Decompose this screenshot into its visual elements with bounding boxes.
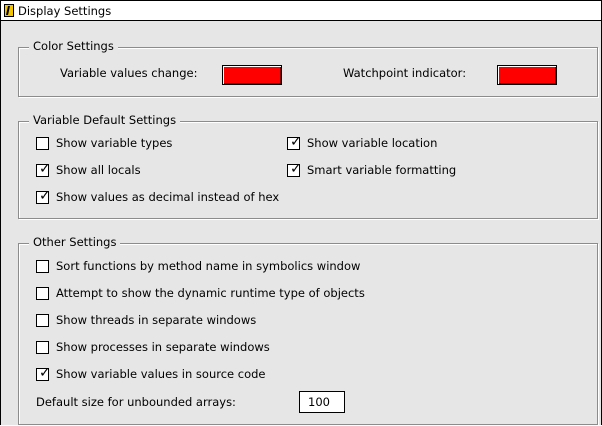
checkbox-box: ✓ [36, 188, 51, 204]
default-size-label: Default size for unbounded arrays: [36, 395, 236, 409]
display-settings-window: Display Settings Color Settings Variable… [0, 0, 602, 425]
watchpoint-indicator-label: Watchpoint indicator: [343, 66, 467, 80]
other-settings-label: Other Settings [29, 235, 121, 249]
variable-default-settings-group: Variable Default Settings Show variable … [18, 113, 598, 219]
watchpoint-indicator-swatch[interactable] [497, 65, 557, 85]
checkbox-box: ✓ [36, 161, 51, 177]
checkbox-label: Attempt to show the dynamic runtime type… [56, 286, 365, 300]
app-icon [4, 4, 14, 17]
checkbox-label: Show threads in separate windows [56, 313, 257, 327]
variable-values-change-swatch[interactable] [222, 65, 282, 85]
checkbox-label: Show values as decimal instead of hex [56, 190, 280, 204]
checkbox-box: ✓ [36, 365, 51, 381]
checkbox-label: Show variable types [56, 136, 173, 150]
title-bar[interactable]: Display Settings [1, 1, 601, 21]
checkmark-icon: ✓ [39, 365, 51, 381]
checkbox-label: Show variable values in source code [56, 367, 266, 381]
color-settings-group: Color Settings Variable values change: W… [18, 39, 598, 97]
checkbox-box [36, 260, 49, 273]
checkmark-icon: ✓ [39, 161, 51, 177]
checkbox-box: ✓ [287, 161, 302, 177]
default-size-field[interactable]: 100 [299, 391, 345, 413]
checkbox-box [36, 314, 49, 327]
checkbox-label: Show processes in separate windows [56, 340, 270, 354]
checkbox-label: Smart variable formatting [307, 163, 457, 177]
variable-default-settings-label: Variable Default Settings [29, 113, 181, 127]
checkbox-box [36, 341, 49, 354]
window-title: Display Settings [18, 4, 112, 18]
checkbox-label: Show all locals [56, 163, 141, 177]
variable-values-change-label: Variable values change: [60, 66, 198, 80]
checkmark-icon: ✓ [290, 161, 302, 177]
checkbox-box [36, 287, 49, 300]
checkmark-icon: ✓ [290, 134, 302, 150]
checkbox-label: Show variable location [307, 136, 438, 150]
checkbox-box: ✓ [287, 134, 302, 150]
checkmark-icon: ✓ [39, 188, 51, 204]
checkbox-box [36, 137, 49, 150]
other-settings-group: Other Settings Sort functions by method … [18, 235, 598, 425]
color-settings-label: Color Settings [29, 39, 118, 53]
checkbox-label: Sort functions by method name in symboli… [56, 259, 361, 273]
